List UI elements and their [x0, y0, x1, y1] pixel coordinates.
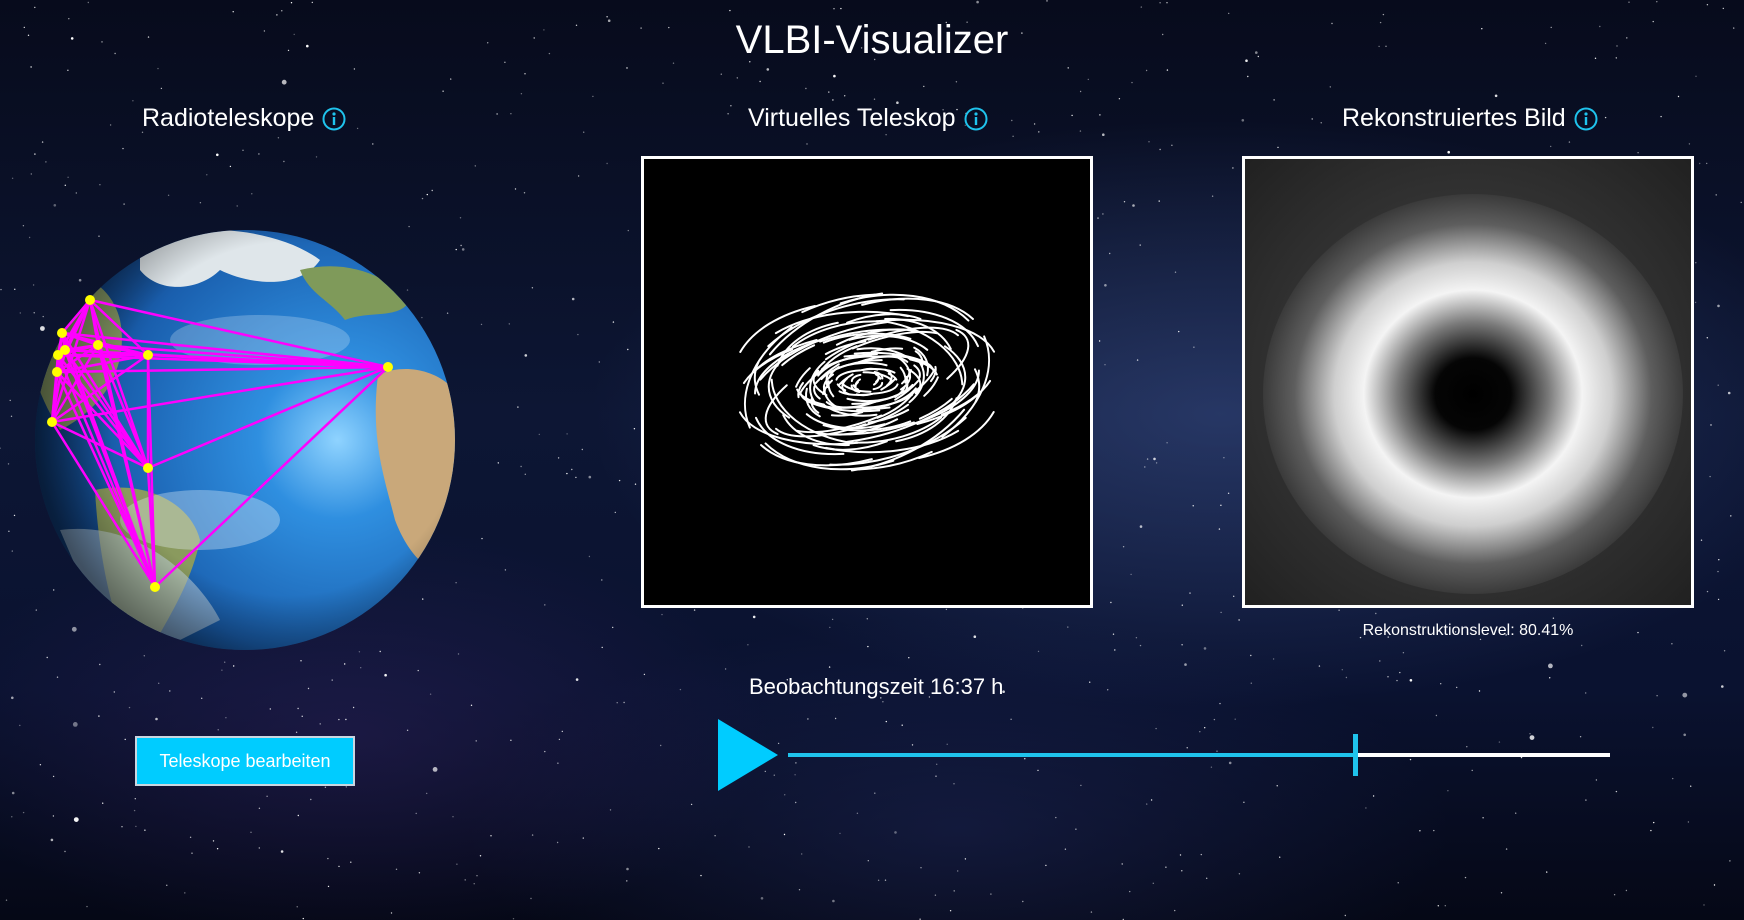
radioteleskope-title: Radioteleskope	[142, 104, 315, 132]
uv-coverage-plot	[738, 292, 996, 472]
observation-time-slider[interactable]	[788, 734, 1610, 776]
info-icon[interactable]	[964, 107, 988, 131]
virtual-telescope-panel	[641, 156, 1093, 608]
telescope-station[interactable]	[85, 295, 95, 305]
telescope-station[interactable]	[93, 340, 103, 350]
telescope-station[interactable]	[143, 463, 153, 473]
uv-track	[899, 366, 907, 384]
uv-track	[767, 352, 791, 419]
play-icon[interactable]	[718, 719, 778, 791]
telescope-station[interactable]	[143, 350, 153, 360]
virtuelles-teleskop-title: Virtuelles Teleskop	[748, 104, 956, 132]
black-hole-ring	[1263, 194, 1683, 594]
edit-telescopes-button[interactable]: Teleskope bearbeiten	[135, 736, 355, 786]
telescope-station[interactable]	[383, 362, 393, 372]
telescope-station[interactable]	[57, 328, 67, 338]
radioteleskope-heading: Radioteleskope	[142, 104, 346, 133]
earth-globe[interactable]	[0, 200, 480, 680]
telescope-station[interactable]	[52, 367, 62, 377]
observation-time: Beobachtungszeit 16:37 h	[749, 674, 1004, 699]
info-icon[interactable]	[1574, 107, 1598, 131]
slider-fill	[788, 753, 1356, 757]
info-icon[interactable]	[322, 107, 346, 131]
telescope-station[interactable]	[150, 582, 160, 592]
reconstructed-image	[1245, 159, 1691, 605]
rekonstruiertes-bild-heading: Rekonstruiertes Bild	[1342, 104, 1598, 133]
reconstruction-level: Rekonstruktionslevel: 80.41%	[1362, 622, 1574, 639]
slider-thumb[interactable]	[1353, 734, 1359, 776]
uv-track	[943, 345, 967, 412]
telescope-station[interactable]	[47, 417, 57, 427]
rekonstruiertes-bild-title: Rekonstruiertes Bild	[1342, 104, 1566, 132]
telescope-station[interactable]	[60, 345, 70, 355]
reconstructed-image-panel	[1242, 156, 1694, 608]
uv-track	[827, 380, 835, 398]
virtuelles-teleskop-heading: Virtuelles Teleskop	[748, 104, 988, 133]
app-title: VLBI-Visualizer	[735, 18, 1009, 62]
